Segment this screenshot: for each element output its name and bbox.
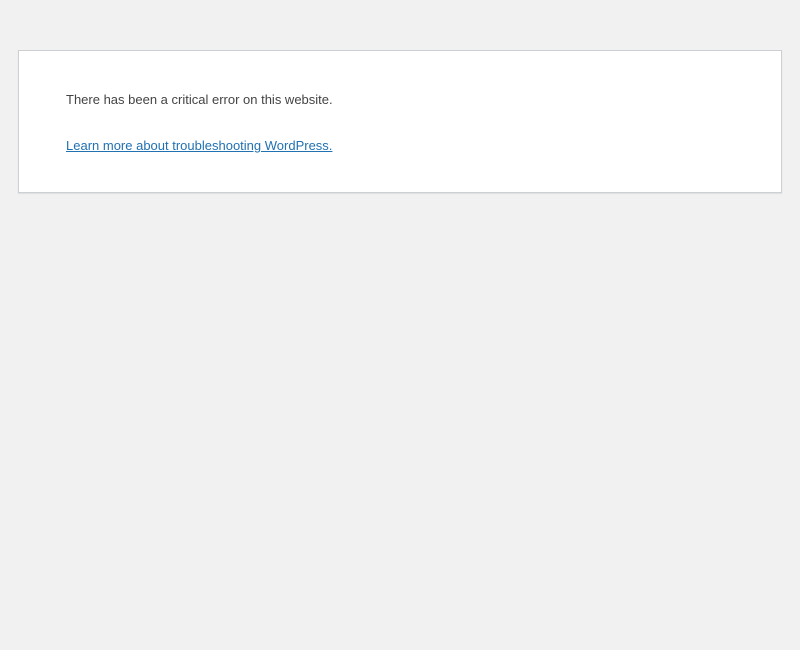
- troubleshooting-wordpress-link[interactable]: Learn more about troubleshooting WordPre…: [66, 138, 332, 153]
- critical-error-message: There has been a critical error on this …: [66, 90, 734, 110]
- troubleshooting-paragraph: Learn more about troubleshooting WordPre…: [66, 136, 734, 156]
- error-card: There has been a critical error on this …: [18, 50, 782, 193]
